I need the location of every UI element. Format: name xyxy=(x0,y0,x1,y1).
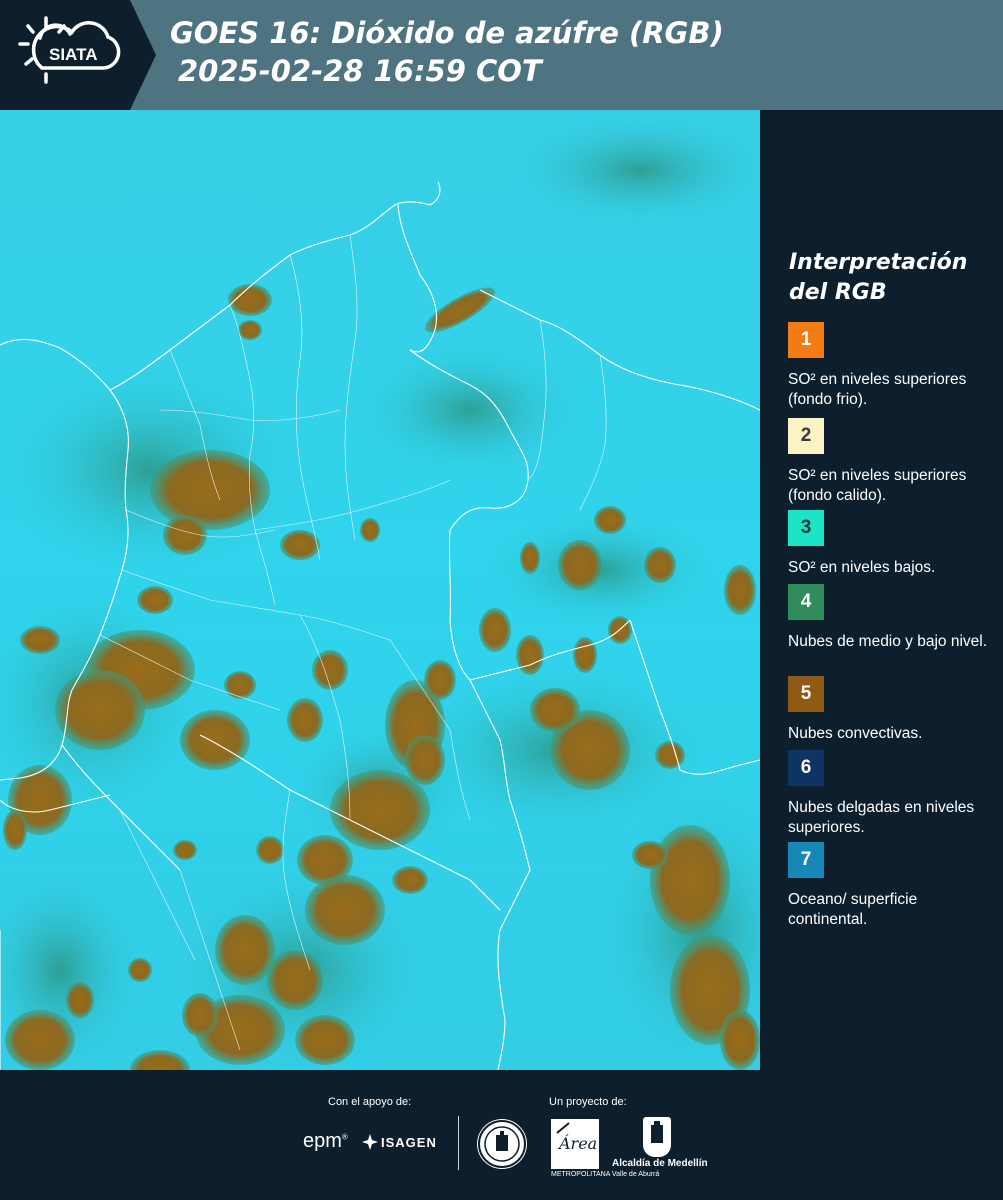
isagen-logo: ISAGEN xyxy=(362,1134,437,1150)
legend-panel: Interpretación del RGB 1 SO² en niveles … xyxy=(760,110,1003,1070)
legend-label: SO² en niveles bajos. xyxy=(788,559,936,576)
epm-logo: epm® xyxy=(303,1130,348,1152)
siata-logo: SIATA xyxy=(0,0,130,110)
legend-label: Nubes de medio y bajo nivel. xyxy=(788,633,988,650)
title-line-1: GOES 16: Dióxido de azúfre (RGB) xyxy=(170,16,724,50)
legend-swatch: 4 xyxy=(788,584,824,620)
legend-title: Interpretación del RGB xyxy=(789,250,968,305)
logo-arrow xyxy=(130,0,156,110)
legend-label: SO² en niveles superiores (fondo calido)… xyxy=(788,467,967,504)
area-metropolitana-caption: METROPOLITANA Valle de Aburrá xyxy=(551,1171,660,1178)
isagen-text: ISAGEN xyxy=(381,1134,437,1150)
footer: Con el apoyo de: Un proyecto de: epm® IS… xyxy=(0,1070,1003,1200)
support-label: Con el apoyo de: xyxy=(328,1096,412,1108)
legend-item-2: 2 SO² en niveles superiores (fondo calid… xyxy=(788,418,993,506)
isagen-icon xyxy=(362,1134,378,1150)
legend-swatch: 2 xyxy=(788,418,824,454)
legend-swatch: 1 xyxy=(788,322,824,358)
title-line-2: 2025-02-28 16:59 COT xyxy=(178,54,542,88)
epm-text: epm xyxy=(303,1130,342,1152)
alcaldia-shield-icon xyxy=(643,1117,671,1157)
legend-item-3: 3 SO² en niveles bajos. xyxy=(788,510,993,578)
legend-item-1: 1 SO² en niveles superiores (fondo frio)… xyxy=(788,322,993,410)
area-logo-text: Área xyxy=(557,1133,597,1153)
legend-label: Oceano/ superficie continental. xyxy=(788,891,918,928)
rgb-satellite-image xyxy=(0,110,760,1070)
legend-swatch: 6 xyxy=(788,750,824,786)
legend-item-7: 7 Oceano/ superficie continental. xyxy=(788,842,993,930)
footer-divider xyxy=(458,1116,459,1170)
legend-swatch: 5 xyxy=(788,676,824,712)
sun-cloud-icon: SIATA xyxy=(18,16,121,84)
project-label: Un proyecto de: xyxy=(549,1096,627,1108)
medellin-seal-logo xyxy=(478,1120,526,1168)
legend-item-4: 4 Nubes de medio y bajo nivel. xyxy=(788,584,993,652)
seal-icon xyxy=(484,1126,520,1162)
legend-swatch: 3 xyxy=(788,510,824,546)
area-logo-mark: Área xyxy=(556,1122,597,1153)
legend-item-6: 6 Nubes delgadas en niveles superiores. xyxy=(788,750,993,838)
legend-swatch: 7 xyxy=(788,842,824,878)
page-title: GOES 16: Dióxido de azúfre (RGB) 2025-02… xyxy=(170,14,724,90)
legend-label: SO² en niveles superiores (fondo frio). xyxy=(788,371,967,408)
legend-item-5: 5 Nubes convectivas. xyxy=(788,676,993,744)
area-metropolitana-logo: Área xyxy=(551,1119,599,1169)
legend-label: Nubes delgadas en niveles superiores. xyxy=(788,799,975,836)
header-bar: SIATA GOES 16: Dióxido de azúfre (RGB) 2… xyxy=(0,0,1003,110)
logo-text: SIATA xyxy=(49,45,97,64)
satellite-map xyxy=(0,110,760,1070)
alcaldia-label: Alcaldía de Medellín xyxy=(612,1158,708,1169)
legend-label: Nubes convectivas. xyxy=(788,725,923,742)
